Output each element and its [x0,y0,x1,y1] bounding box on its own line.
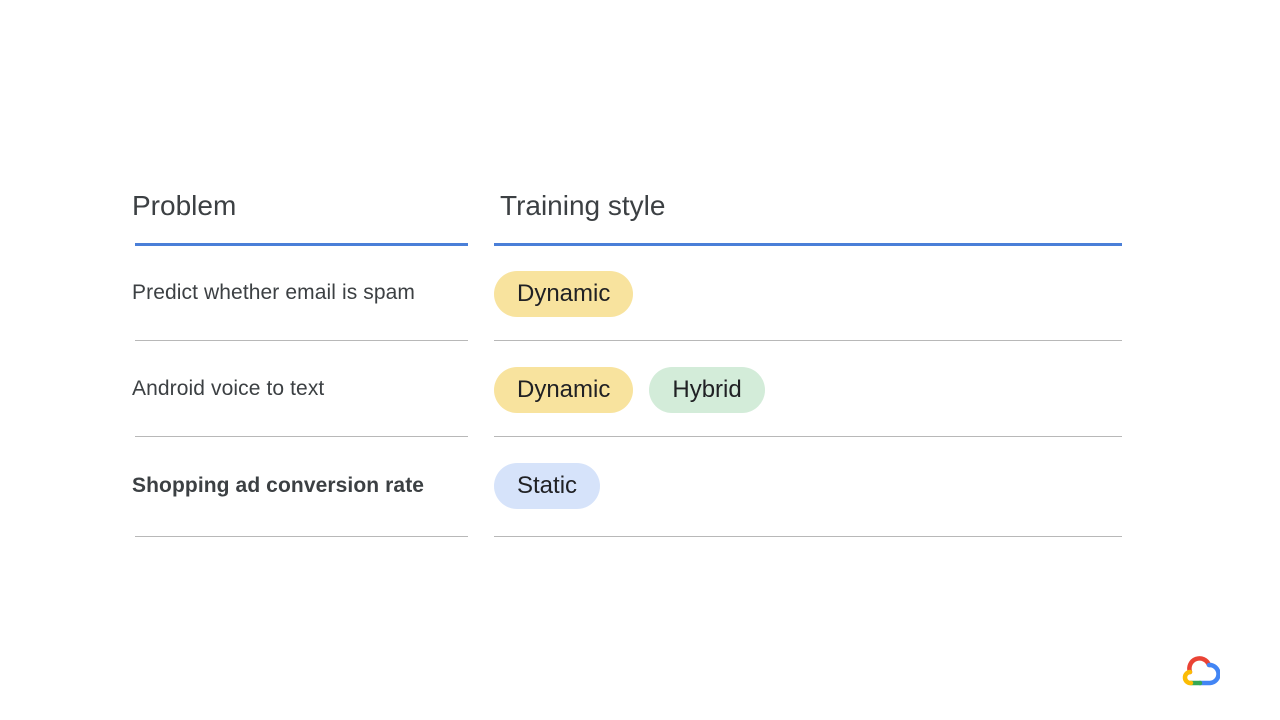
cloud-logo-yellow-segment [1182,669,1194,686]
cloud-logo-red-segment [1187,656,1212,675]
google-cloud-logo-icon [1182,656,1220,686]
problem-cell-row-2: Android voice to text [132,377,325,400]
training-style-cell-row-3: Static [494,463,601,509]
training-style-cell-row-1: Dynamic [494,271,634,317]
tag-static: Static [494,463,601,509]
tag-dynamic: Dynamic [494,367,634,413]
column-header-training-style: Training style [500,190,666,221]
row-divider [494,436,1122,437]
row-divider [135,536,468,537]
column-header-problem: Problem [132,190,237,221]
header-divider-training-style [494,243,1122,246]
tag-dynamic: Dynamic [494,271,634,317]
tag-hybrid: Hybrid [649,367,765,413]
problem-cell-row-3: Shopping ad conversion rate [132,474,425,497]
problem-cell-row-1: Predict whether email is spam [132,281,416,304]
row-divider [494,340,1122,341]
header-divider-problem [135,243,468,246]
row-divider [494,536,1122,537]
row-divider [135,340,468,341]
training-style-cell-row-2: Dynamic Hybrid [494,367,765,413]
cloud-logo-blue-segment [1197,662,1220,686]
row-divider [135,436,468,437]
